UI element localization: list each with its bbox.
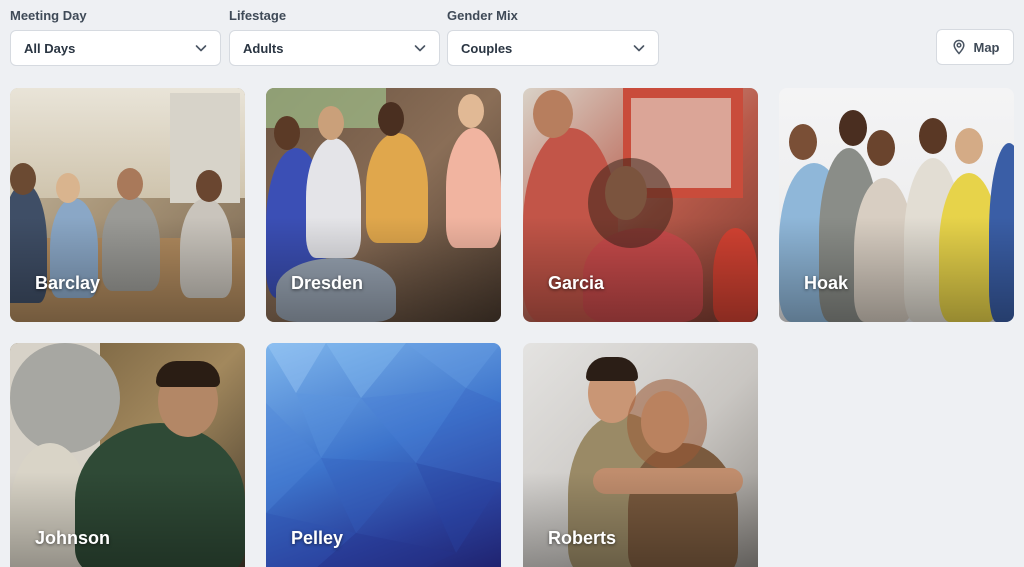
- chevron-down-icon: [414, 45, 426, 52]
- meeting-day-value: All Days: [24, 40, 76, 56]
- lifestage-select[interactable]: Adults: [229, 30, 440, 66]
- group-name: Dresden: [291, 273, 364, 293]
- filter-bar: Meeting Day All Days Lifestage Adults Ge…: [10, 8, 1014, 68]
- group-card-barclay[interactable]: Barclay: [10, 88, 245, 322]
- group-name: Hoak: [804, 273, 849, 293]
- chevron-down-icon: [633, 45, 645, 52]
- group-name: Garcia: [548, 273, 605, 293]
- group-card-dresden[interactable]: Dresden: [266, 88, 501, 322]
- group-card-garcia[interactable]: Garcia: [523, 88, 758, 322]
- lifestage-value: Adults: [243, 40, 284, 56]
- group-card-pelley[interactable]: Pelley: [266, 343, 501, 567]
- meeting-day-label: Meeting Day: [10, 8, 87, 23]
- group-name: Pelley: [291, 528, 344, 548]
- group-card-johnson[interactable]: Johnson: [10, 343, 245, 567]
- map-button[interactable]: Map: [936, 29, 1014, 65]
- map-pin-icon: [952, 39, 965, 55]
- chevron-down-icon: [195, 45, 207, 52]
- group-name: Roberts: [548, 528, 617, 548]
- gender-mix-value: Couples: [461, 40, 513, 56]
- lifestage-label: Lifestage: [229, 8, 287, 23]
- meeting-day-select[interactable]: All Days: [10, 30, 221, 66]
- gender-mix-select[interactable]: Couples: [447, 30, 659, 66]
- gender-mix-label: Gender Mix: [447, 8, 518, 23]
- meeting-day-filter: Meeting Day All Days: [10, 8, 221, 66]
- group-name: Barclay: [35, 273, 101, 293]
- map-button-label: Map: [973, 39, 1000, 55]
- group-card-hoak[interactable]: Hoak: [779, 88, 1014, 322]
- gender-mix-filter: Gender Mix Couples: [447, 8, 659, 66]
- group-name: Johnson: [35, 528, 110, 548]
- lifestage-filter: Lifestage Adults: [229, 8, 440, 66]
- group-card-roberts[interactable]: Roberts: [523, 343, 758, 567]
